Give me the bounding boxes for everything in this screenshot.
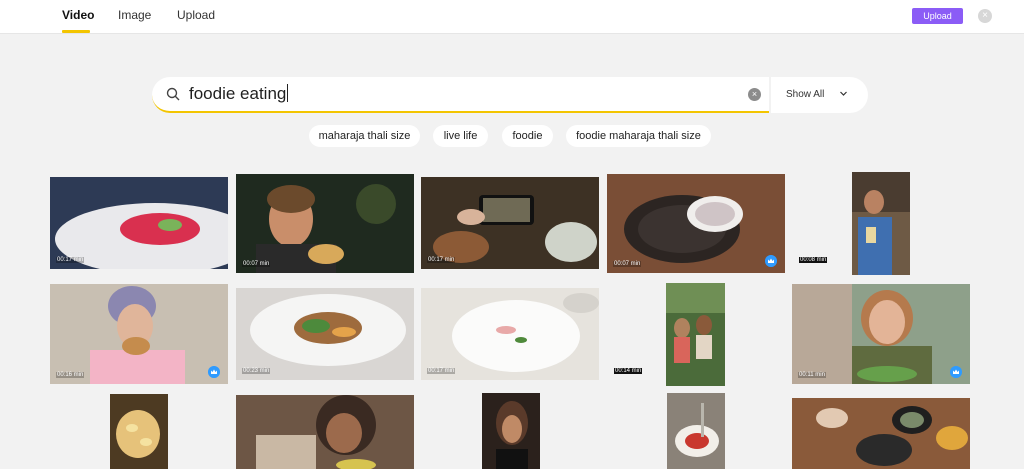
video-result[interactable] (236, 395, 414, 469)
duration-label: 00:17 min (56, 257, 85, 263)
video-result[interactable] (852, 172, 910, 275)
video-thumbnail (110, 394, 168, 469)
duration-label: 00:07 min (242, 261, 271, 267)
video-result[interactable] (482, 393, 540, 469)
dropdown-label: Show All (786, 89, 825, 100)
video-result[interactable] (667, 393, 725, 469)
search-bar[interactable]: foodie eating × (152, 77, 769, 113)
video-result[interactable]: 00:07 min (607, 174, 785, 273)
show-all-dropdown[interactable]: Show All (771, 77, 868, 113)
tab-image[interactable]: Image (118, 8, 151, 22)
video-thumbnail (236, 395, 414, 469)
search-icon (166, 87, 180, 101)
video-result[interactable] (792, 398, 970, 469)
tab-video[interactable]: Video (62, 8, 94, 22)
suggestion-chip[interactable]: maharaja thali size (309, 125, 420, 147)
video-thumbnail (667, 393, 725, 469)
duration-label: 00:16 min (56, 372, 85, 378)
video-result[interactable]: 00:17 min (421, 288, 599, 380)
search-input[interactable]: foodie eating (189, 84, 289, 104)
premium-crown-icon (208, 366, 220, 378)
suggestion-chip[interactable]: foodie (502, 125, 553, 147)
top-bar: Video Image Upload Upload × (0, 0, 1024, 34)
active-tab-indicator (62, 30, 90, 33)
video-result[interactable] (666, 283, 725, 386)
upload-button[interactable]: Upload (912, 8, 963, 24)
duration-label: 00:23 min (242, 368, 271, 374)
premium-crown-icon (950, 366, 962, 378)
video-thumbnail (421, 288, 599, 380)
chevron-down-icon (840, 91, 847, 96)
video-thumbnail (50, 284, 228, 384)
video-result[interactable]: 00:07 min (236, 174, 414, 273)
video-result[interactable]: 00:11 min (792, 284, 970, 384)
duration-label: 00:17 min (427, 368, 456, 374)
duration-label: 00:08 min (799, 257, 828, 263)
video-thumbnail (50, 177, 228, 269)
video-thumbnail (482, 393, 540, 469)
suggestion-chip[interactable]: foodie maharaja thali size (566, 125, 711, 147)
video-thumbnail (236, 288, 414, 380)
duration-label: 00:17 min (427, 257, 456, 263)
duration-label: 00:07 min (613, 261, 642, 267)
video-thumbnail (792, 284, 970, 384)
video-thumbnail (852, 172, 910, 275)
video-thumbnail (421, 177, 599, 269)
premium-crown-icon (765, 255, 777, 267)
duration-label: 00:14 min (614, 368, 643, 374)
video-result[interactable]: 00:17 min (421, 177, 599, 269)
video-result[interactable]: 00:17 min (50, 177, 228, 269)
suggestion-chip[interactable]: live life (433, 125, 488, 147)
video-result[interactable]: 00:16 min (50, 284, 228, 384)
video-thumbnail (236, 174, 414, 273)
video-thumbnail (792, 398, 970, 469)
text-cursor (287, 84, 289, 102)
clear-search-icon[interactable]: × (748, 88, 761, 101)
video-thumbnail (666, 283, 725, 386)
video-thumbnail (607, 174, 785, 273)
video-result[interactable] (110, 394, 168, 469)
close-icon[interactable]: × (978, 9, 992, 23)
tab-upload[interactable]: Upload (177, 8, 215, 22)
duration-label: 00:11 min (798, 372, 826, 378)
video-result[interactable]: 00:23 min (236, 288, 414, 380)
